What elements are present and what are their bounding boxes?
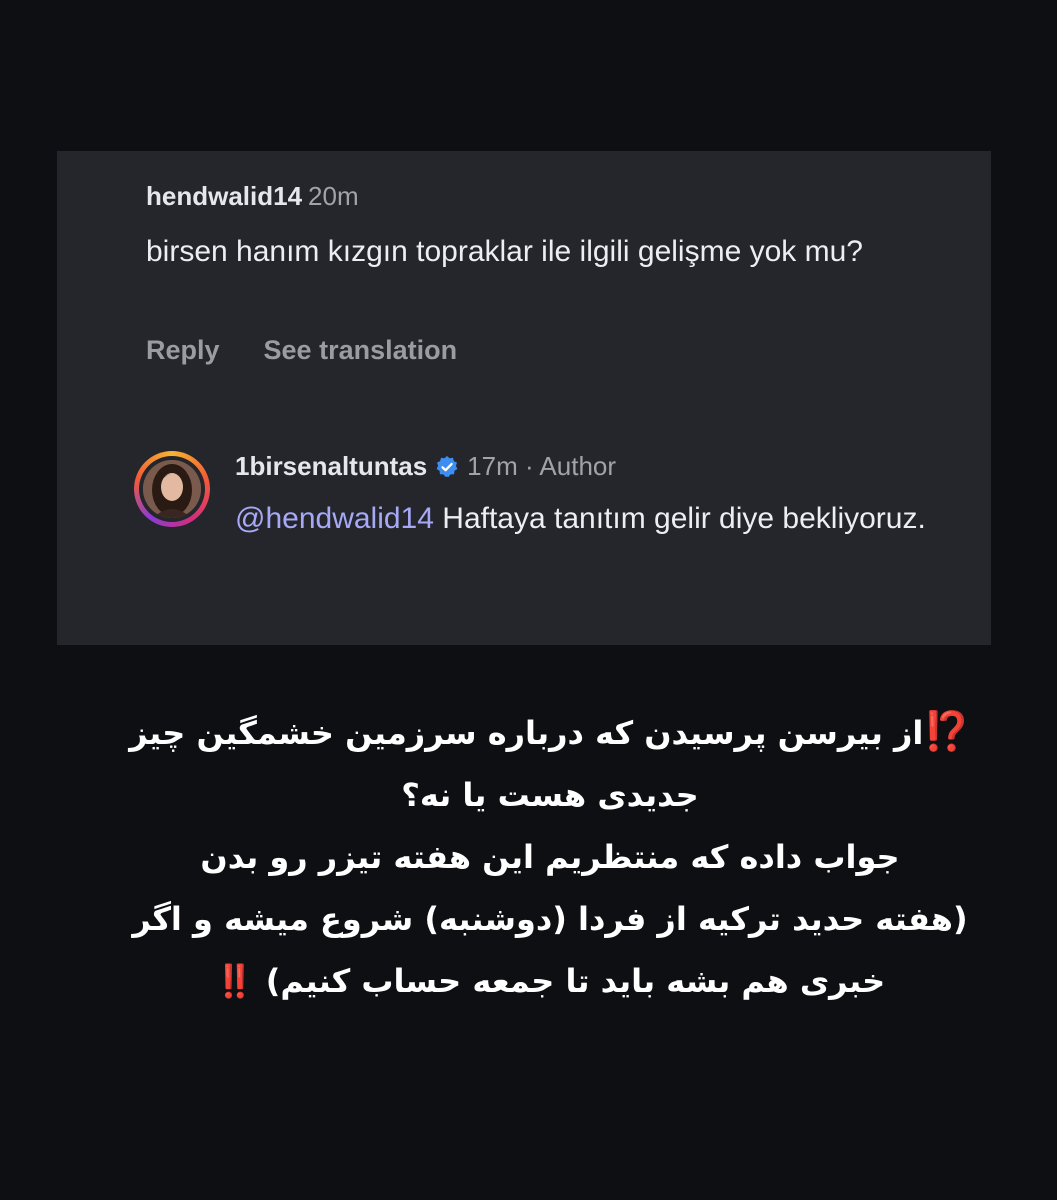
reply-body: Haftaya tanıtım gelir diye bekliyoruz. — [433, 502, 926, 535]
comment-time: 20m — [308, 181, 359, 211]
comment-actions: Reply See translation — [146, 335, 457, 366]
see-translation-button[interactable]: See translation — [264, 335, 458, 365]
reply-header: 1birsenaltuntas 17m · Author — [235, 451, 616, 482]
reply-mention[interactable]: @hendwalid14 — [235, 502, 434, 535]
caption-line-5: خبری هم بشه باید تا جمعه حساب کنیم) ‼️ — [214, 962, 886, 1000]
reply-username[interactable]: 1birsenaltuntas — [235, 451, 427, 482]
interrobang-icon: ⁉️ — [923, 709, 971, 753]
reply-meta: 17m · Author — [467, 451, 617, 481]
caption-line-2: جدیدی هست یا نه؟ — [401, 776, 699, 814]
caption-line-1: ⁉️از بیرسن پرسیدن که درباره سرزمین خشمگی… — [129, 709, 971, 753]
caption-text: ⁉️از بیرسن پرسیدن که درباره سرزمین خشمگی… — [90, 700, 1010, 1012]
avatar-photo — [143, 460, 201, 518]
comment-header: hendwalid14 20m — [146, 181, 359, 212]
caption-line-3: جواب داده که منتظریم این هفته تیزر رو بد… — [200, 838, 900, 876]
reply-button[interactable]: Reply — [146, 335, 220, 365]
avatar[interactable] — [134, 451, 210, 527]
caption-line-4: (هفته حدید ترکیه از فردا (دوشنبه) شروع م… — [132, 900, 968, 938]
comment-text: birsen hanım kızgın topraklar ile ilgili… — [146, 235, 863, 268]
comment-card: hendwalid14 20m birsen hanım kızgın topra… — [57, 151, 991, 645]
reply-text: @hendwalid14 Haftaya tanıtım gelir diye … — [235, 498, 955, 540]
verified-badge-icon — [435, 455, 459, 479]
comment-username[interactable]: hendwalid14 — [146, 181, 302, 211]
double-exclamation-icon: ‼️ — [214, 962, 255, 1000]
